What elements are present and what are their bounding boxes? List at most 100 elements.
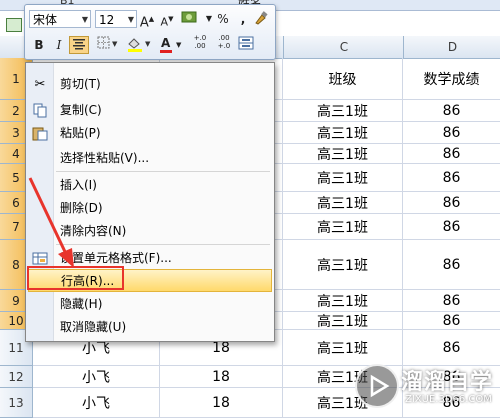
row-number: 8 [12, 257, 20, 272]
grow-font-button[interactable]: A▲ [139, 10, 155, 31]
cell-score[interactable]: 86 [403, 290, 500, 311]
menu-item-label: 取消隐藏(U) [60, 320, 127, 334]
menu-separator [56, 244, 270, 245]
menu-item-label: 粘贴(P) [60, 126, 101, 140]
fill-color-button[interactable]: ▼ [125, 36, 155, 54]
paste-icon [32, 126, 48, 141]
cell-class[interactable]: 高三1班 [283, 144, 403, 163]
annotation-highlight-box [27, 266, 124, 290]
watermark-title: 溜溜自学 [401, 370, 494, 395]
cell-score[interactable]: 86 [403, 240, 500, 289]
cell-class[interactable]: 高三1班 [283, 312, 403, 330]
cell-class[interactable]: 高三1班 [283, 290, 403, 311]
align-center-button[interactable] [69, 36, 89, 54]
row-number: 11 [8, 340, 24, 355]
italic-button[interactable]: I [51, 36, 67, 54]
chevron-down-icon: ▼ [81, 15, 88, 24]
grow-font-label: A [139, 15, 149, 31]
chevron-down-icon: ▼ [176, 41, 182, 49]
cell-score[interactable]: 86 [403, 312, 500, 329]
menu-item-cut[interactable]: ✂ 剪切(T) [28, 73, 272, 96]
menu-item-label: 清除内容(N) [60, 224, 127, 238]
shrink-font-button[interactable]: A▼ [159, 10, 175, 29]
cell-class[interactable]: 班级 [283, 58, 403, 99]
cell-score[interactable]: 数学成绩 [403, 58, 500, 99]
cell-class[interactable]: 高三1班 [283, 192, 403, 213]
cell-class[interactable]: 高三1班 [283, 122, 403, 143]
cell-score[interactable]: 86 [403, 100, 500, 121]
menu-item-delete[interactable]: 删除(D) [28, 197, 272, 220]
cell-class[interactable]: 高三1班 [283, 214, 403, 239]
currency-format-icon [181, 11, 197, 23]
menu-item-label: 插入(I) [60, 178, 97, 192]
fill-color-icon: ▼ [128, 38, 151, 52]
menu-item-paste[interactable]: 粘贴(P) [28, 122, 272, 145]
menu-item-clear-contents[interactable]: 清除内容(N) [28, 220, 272, 243]
menu-separator [56, 171, 270, 172]
svg-text:▼: ▼ [145, 40, 151, 48]
menu-item-label: 剪切(T) [60, 77, 101, 91]
menu-item-label: 复制(C) [60, 103, 102, 117]
cell-age[interactable]: 18 [160, 366, 283, 387]
cell-score[interactable]: 86 [403, 144, 500, 163]
scissors-icon: ✂ [34, 77, 46, 92]
font-name-combo[interactable]: 宋体 ▼ [29, 10, 91, 28]
currency-format-button[interactable] [179, 10, 201, 28]
menu-item-insert[interactable]: 插入(I) [28, 174, 272, 197]
column-header-d[interactable]: D [403, 36, 500, 58]
row-number: 13 [8, 395, 24, 410]
row-number: 10 [8, 313, 24, 328]
font-size-combo[interactable]: 12 ▼ [95, 10, 137, 28]
font-color-swatch [160, 50, 172, 53]
cell-score[interactable]: 86 [403, 164, 500, 191]
menu-item-unhide[interactable]: 取消隐藏(U) [28, 316, 272, 339]
percent-button[interactable]: % [215, 10, 231, 28]
menu-item-hide[interactable]: 隐藏(H) [28, 293, 272, 316]
cell-class[interactable]: 高三1班 [283, 240, 403, 289]
bold-button[interactable]: B [31, 36, 47, 54]
increase-decimal-button[interactable]: +.0 .00 [189, 34, 211, 52]
align-center-icon [73, 39, 85, 50]
row-number: 9 [12, 293, 20, 308]
font-name-value: 宋体 [33, 13, 58, 27]
shrink-font-label: A [160, 15, 169, 29]
menu-item-label: 选择性粘贴(V)... [60, 151, 150, 165]
row-number: 12 [8, 369, 24, 384]
menu-item-label: 隐藏(H) [60, 297, 103, 311]
cell-score[interactable]: 86 [403, 122, 500, 143]
borders-button[interactable]: ▼ [95, 36, 121, 54]
row-number: 6 [12, 195, 20, 210]
menu-item-label: 删除(D) [60, 201, 103, 215]
cell-class[interactable]: 高三1班 [283, 100, 403, 121]
menu-item-paste-special[interactable]: 选择性粘贴(V)... [28, 147, 272, 170]
copy-icon [32, 103, 48, 118]
format-cells-icon [32, 251, 48, 266]
borders-icon: ▼ [97, 36, 118, 49]
row-header-12[interactable]: 12 [0, 366, 33, 388]
format-painter-button[interactable] [253, 10, 269, 28]
cell-score[interactable]: 86 [403, 192, 500, 213]
play-logo-icon [355, 364, 399, 408]
row-number: 1 [12, 71, 20, 86]
cell-age[interactable]: 18 [160, 388, 283, 417]
column-header-c[interactable]: C [283, 36, 404, 58]
cell-name[interactable]: 小飞 [33, 388, 160, 417]
cell-score[interactable]: 86 [403, 214, 500, 239]
row-number: 7 [12, 219, 20, 234]
cell-class[interactable]: 高三1班 [283, 164, 403, 191]
comma-button[interactable]: , [235, 10, 251, 28]
watermark: 溜溜自学 ZIXUE.3D66.COM [355, 358, 500, 418]
decrease-decimal-button[interactable]: .00 +.0 [213, 34, 235, 52]
font-size-value: 12 [99, 13, 115, 27]
merge-center-icon [238, 36, 254, 50]
menu-item-copy[interactable]: 复制(C) [28, 99, 272, 122]
row-number: 4 [12, 146, 20, 161]
mini-toolbar: 宋体 ▼ 12 ▼ A▲ A▼ ▼ % , B I ▼ ▼ A ▼ +.0 .00 … [24, 4, 276, 60]
row-header-13[interactable]: 13 [0, 388, 33, 418]
svg-text:▼: ▼ [112, 40, 118, 48]
row-number: 2 [12, 103, 20, 118]
row-number: 5 [12, 170, 20, 185]
font-color-button[interactable]: A ▼ [159, 36, 187, 54]
cell-name[interactable]: 小飞 [33, 366, 160, 387]
merge-center-button[interactable] [237, 36, 255, 54]
